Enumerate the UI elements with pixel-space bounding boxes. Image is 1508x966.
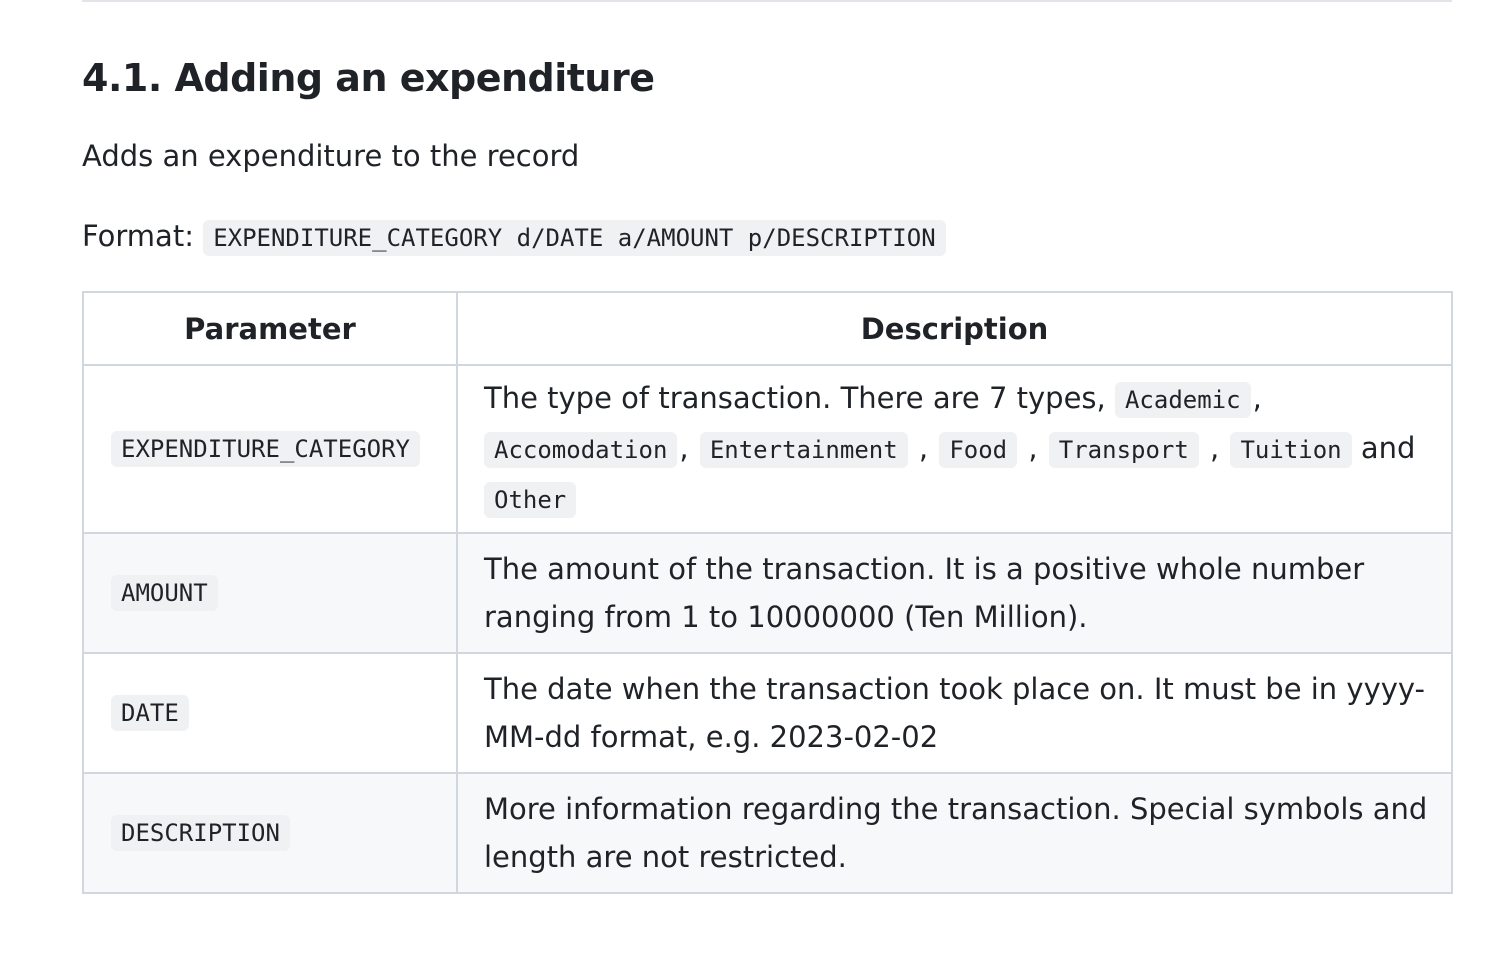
- description-cell: The type of transaction. There are 7 typ…: [456, 364, 1453, 534]
- type-joiner-and: and: [1360, 431, 1416, 465]
- parameter-table: Parameter Description EXPENDITURE_CATEGO…: [82, 291, 1453, 894]
- type-code-tuition: Tuition: [1230, 432, 1352, 468]
- param-code-amount: AMOUNT: [111, 575, 218, 611]
- param-cell: DATE: [82, 652, 458, 774]
- type-separator: ,: [679, 431, 689, 465]
- header-description: Description: [456, 291, 1453, 366]
- type-separator: ,: [1210, 431, 1220, 465]
- table-row: DATE The date when the transaction took …: [82, 652, 1453, 774]
- header-parameter: Parameter: [82, 291, 458, 366]
- format-code: EXPENDITURE_CATEGORY d/DATE a/AMOUNT p/D…: [203, 220, 946, 256]
- param-cell: DESCRIPTION: [82, 772, 458, 894]
- param-code-expenditure-category: EXPENDITURE_CATEGORY: [111, 431, 420, 467]
- table-row: DESCRIPTION More information regarding t…: [82, 772, 1453, 894]
- description-cell: More information regarding the transacti…: [456, 772, 1453, 894]
- param-cell: AMOUNT: [82, 532, 458, 654]
- format-label: Format:: [82, 219, 194, 253]
- description-cell: The date when the transaction took place…: [456, 652, 1453, 774]
- description-cell: The amount of the transaction. It is a p…: [456, 532, 1453, 654]
- type-code-transport: Transport: [1048, 432, 1199, 468]
- type-code-academic: Academic: [1114, 382, 1251, 418]
- type-code-other: Other: [484, 482, 577, 518]
- type-code-accomodation: Accomodation: [484, 432, 678, 468]
- param-code-date: DATE: [111, 695, 189, 731]
- description-intro: The type of transaction. There are 7 typ…: [484, 381, 1106, 415]
- top-divider: [82, 0, 1452, 2]
- table-row: AMOUNT The amount of the transaction. It…: [82, 532, 1453, 654]
- type-code-entertainment: Entertainment: [699, 432, 908, 468]
- section-summary: Adds an expenditure to the record: [82, 139, 580, 173]
- section-heading: 4.1. Adding an expenditure: [82, 56, 655, 100]
- param-cell: EXPENDITURE_CATEGORY: [82, 364, 458, 534]
- type-code-food: Food: [939, 432, 1018, 468]
- table-row: EXPENDITURE_CATEGORY The type of transac…: [82, 364, 1453, 534]
- format-line: Format: EXPENDITURE_CATEGORY d/DATE a/AM…: [82, 214, 946, 260]
- document-page: 4.1. Adding an expenditure Adds an expen…: [0, 0, 1508, 966]
- table-header-row: Parameter Description: [82, 291, 1453, 366]
- type-separator: ,: [1028, 431, 1038, 465]
- param-code-description: DESCRIPTION: [111, 815, 290, 851]
- type-separator: ,: [918, 431, 929, 465]
- type-separator: ,: [1252, 381, 1262, 415]
